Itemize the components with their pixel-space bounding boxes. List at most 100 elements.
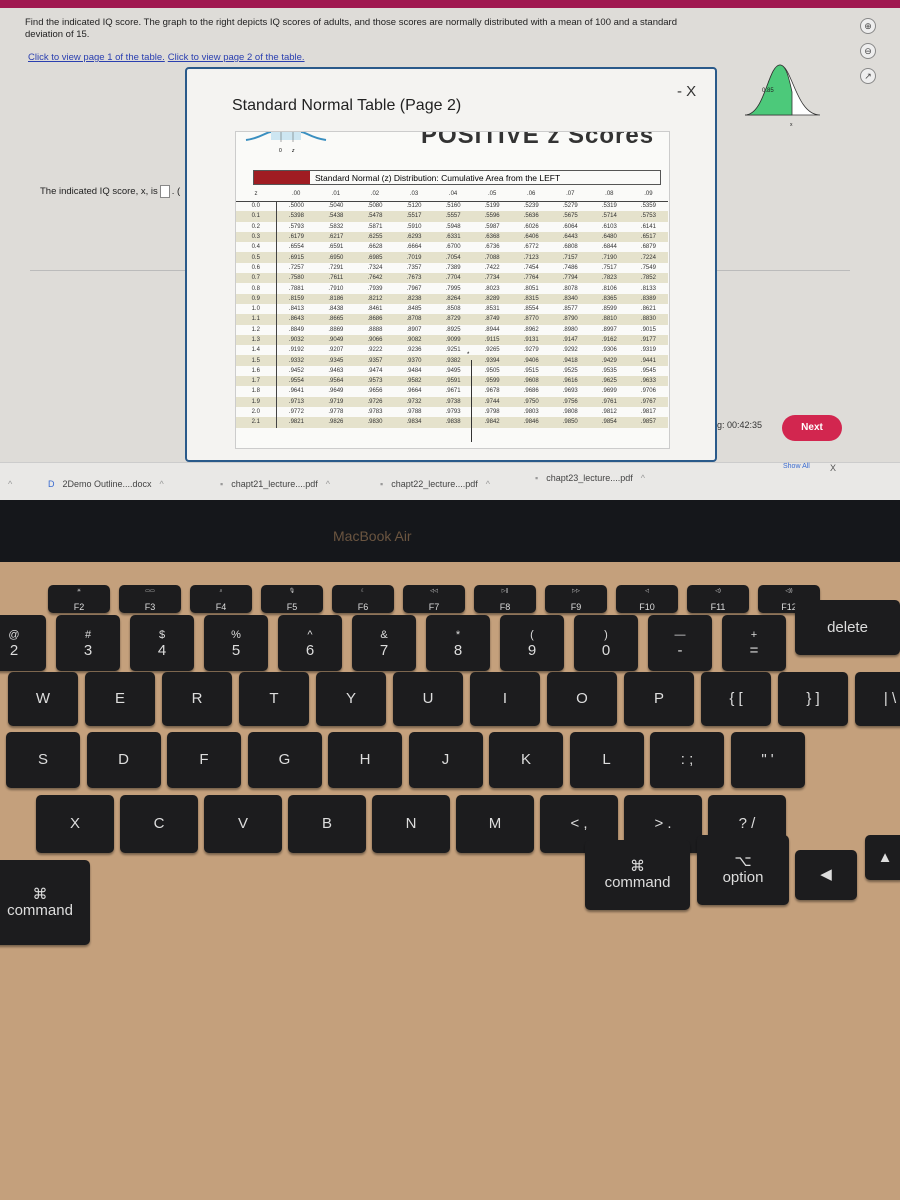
letter-key[interactable]: T [239,672,309,726]
function-key[interactable]: ▷▷ F9 [545,585,607,613]
normal-curve-graph: 0.85 x [744,64,821,128]
number-key[interactable]: @2 [0,615,46,671]
z-value-cell: 0.3 [236,231,277,243]
probability-cell: .9744 [472,396,512,407]
letter-key[interactable]: B [288,795,366,853]
probability-cell: .6517 [628,231,668,243]
probability-cell: .9505 [484,367,500,374]
probability-cell: .5596 [472,211,512,222]
download-item[interactable]: D 2Demo Outline....docx ^ [48,479,164,489]
letter-key[interactable]: C [120,795,198,853]
left-command-key[interactable]: ⌘ command [0,860,90,945]
letter-key[interactable]: P [624,672,694,726]
letter-key[interactable]: Y [316,672,386,726]
arrow-left-symbol-icon: ◀ [820,866,832,883]
function-key[interactable]: ☀ F2 [48,585,110,613]
letter-key[interactable]: F [167,732,241,788]
function-key[interactable]: ▭▭ F3 [119,585,181,613]
show-all-button[interactable]: Show All [783,463,810,470]
delete-key[interactable]: delete [795,600,900,655]
letter-key[interactable]: O [547,672,617,726]
probability-cell: .9788 [406,409,422,416]
letter-key[interactable]: M [456,795,534,853]
close-downloads-button[interactable]: X [830,463,836,473]
letter-key[interactable]: I [470,672,540,726]
column-header: .04 [433,188,473,202]
letter-key[interactable]: R [162,672,232,726]
arrow-left-key[interactable]: ◀ [795,850,857,900]
option-key[interactable]: ⌥ option [697,835,789,905]
letter-key[interactable]: | \ [855,672,900,726]
downloads-scroll-left[interactable]: ^ [8,479,12,489]
letter-key[interactable]: W [8,672,78,726]
letter-key[interactable]: V [204,795,282,853]
arrow-up-key[interactable]: ▲ [865,835,900,880]
letter-key[interactable]: K [489,732,563,788]
view-table-page-2-link[interactable]: Click to view page 2 of the table. [168,52,305,63]
function-key[interactable]: 🎙 F5 [261,585,323,613]
z-value-cell: 1.7 [236,376,277,387]
external-link-icon[interactable]: ↗ [860,68,876,84]
download-item[interactable]: ▪ chapt22_lecture....pdf ^ [380,479,490,489]
probability-cell: .9671 [445,388,461,395]
function-key[interactable]: ◁ F10 [616,585,678,613]
table-row: 2.0 .9772 .9778 .9783 .9788 .9793 .9798 .9803 .9… [236,406,668,418]
table-row: 1.0 .8413 .8438 .8461 .8485 .8508 .8531 .8554 .8… [236,303,668,315]
probability-cell: .6808 [562,244,578,251]
number-key[interactable]: * 8 [426,615,490,671]
answer-input[interactable] [159,185,170,198]
letter-key[interactable]: H [328,732,402,788]
probability-cell: .9846 [511,417,551,428]
view-table-page-1-link[interactable]: Click to view page 1 of the table. [28,52,165,63]
letter-key[interactable]: D [86,732,161,788]
minimize-button[interactable]: - [677,83,682,100]
letter-key[interactable]: S [6,732,80,788]
number-key[interactable]: — - [648,615,712,671]
probability-cell: .7580 [276,273,317,284]
downloads-bar: ^ D 2Demo Outline....docx ^ ▪ chapt21_lectu… [0,462,900,502]
probability-cell: .6331 [433,231,473,243]
table-row: 1.4.9192.9207.9222.9236.9251.9265.9279.9… [236,345,668,356]
letter-key[interactable]: U [393,672,463,726]
function-key[interactable]: ⌕ F4 [190,585,252,613]
number-key[interactable]: ^ 6 [278,615,342,671]
letter-key[interactable]: : ; [650,732,724,788]
zoom-out-icon[interactable]: ⊖ [860,43,876,59]
column-header: .07 [550,188,590,202]
letter-key[interactable]: L [569,732,644,788]
function-key[interactable]: ◁◁ F7 [403,585,465,613]
probability-cell: .9826 [316,417,356,428]
close-button[interactable]: X [686,83,696,100]
probability-cell: .7704 [433,273,473,284]
probability-cell: .7054 [433,252,473,263]
function-key[interactable]: ▷|| F8 [474,585,536,613]
letter-key[interactable]: N [372,795,450,853]
function-key[interactable]: ☾ F6 [332,585,394,613]
number-key[interactable]: % 5 [204,615,268,671]
number-key[interactable]: & 7 [352,615,416,671]
zoom-in-icon[interactable]: ⊕ [860,18,876,34]
letter-key[interactable]: { [ [701,672,771,726]
probability-cell: .5987 [484,223,500,230]
z-value-cell: 2.1 [236,417,277,428]
right-command-key[interactable]: ⌘ command [585,840,690,910]
download-item[interactable]: ▪ chapt21_lecture....pdf ^ [220,479,330,489]
download-item[interactable]: ▪ chapt23_lecture....pdf ^ [535,473,645,483]
number-key[interactable]: + = [722,615,786,671]
letter-key[interactable]: G [247,732,322,788]
next-button[interactable]: Next [782,415,842,441]
probability-cell: .8078 [562,285,578,292]
probability-cell: .7486 [562,264,578,271]
number-key[interactable]: #3 [56,615,120,671]
letter-key[interactable]: J [408,732,483,788]
number-key[interactable]: (9 [500,615,564,671]
probability-cell: .8849 [288,326,304,333]
probability-cell: .8212 [355,293,395,304]
letter-key[interactable]: E [85,672,155,726]
letter-key[interactable]: X [36,795,114,853]
letter-key[interactable]: " ' [730,732,805,788]
number-key[interactable]: ) 0 [574,615,638,671]
number-key[interactable]: $4 [130,615,194,671]
function-key[interactable]: ◁) F11 [687,585,749,613]
letter-key[interactable]: } ] [778,672,848,726]
